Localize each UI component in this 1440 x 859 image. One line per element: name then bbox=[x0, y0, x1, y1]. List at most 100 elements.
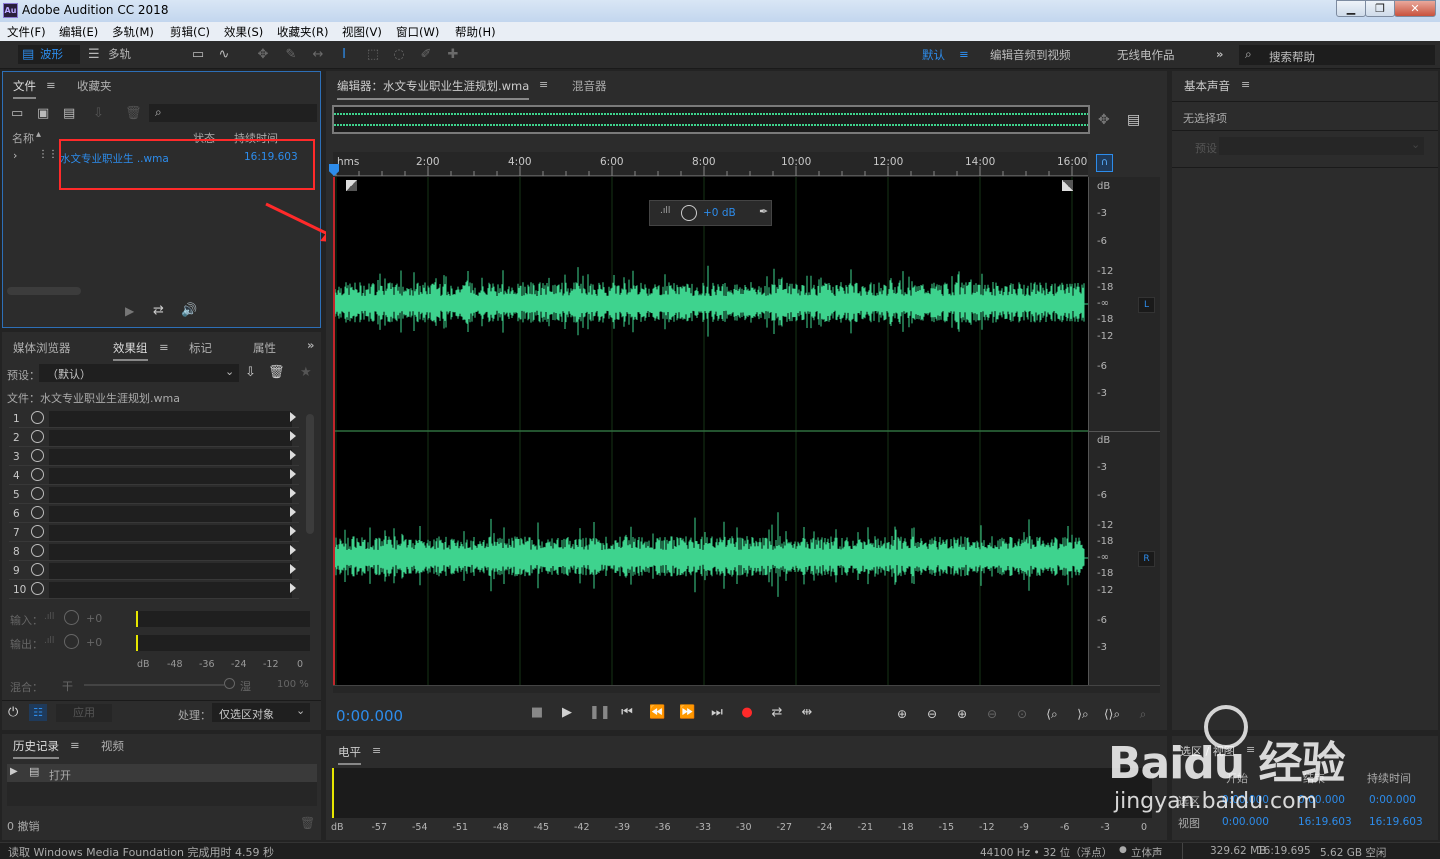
menu-file[interactable]: 文件(F) bbox=[7, 24, 46, 40]
effect-slot[interactable]: 2 bbox=[9, 429, 299, 447]
power-toggle-icon[interactable]: ⏻ bbox=[8, 705, 18, 720]
slot-arrow-icon[interactable] bbox=[290, 526, 296, 536]
slot-effect-select[interactable] bbox=[49, 430, 292, 446]
slot-effect-select[interactable] bbox=[49, 487, 292, 503]
level-tab-menu-icon[interactable]: ≡ bbox=[372, 744, 381, 757]
import-file-icon[interactable]: ▣ bbox=[37, 106, 49, 121]
delete-preset-icon[interactable]: 🗑 bbox=[268, 365, 285, 380]
tab-history[interactable]: 历史记录 bbox=[13, 738, 59, 759]
delete-file-icon[interactable]: 🗑 bbox=[125, 106, 142, 121]
effect-slot[interactable]: 7 bbox=[9, 524, 299, 542]
lasso-tool-icon[interactable]: ◌ bbox=[391, 47, 407, 63]
move-tool-icon[interactable]: ✥ bbox=[255, 47, 271, 63]
search-box[interactable]: ⌕ 搜索帮助 bbox=[1239, 45, 1435, 65]
spectral-freq-icon[interactable]: ▭ bbox=[190, 47, 206, 63]
save-preset-icon[interactable]: ⇩ bbox=[245, 365, 256, 380]
waveform-mode-button[interactable]: ▤ 波形 bbox=[18, 45, 80, 64]
slot-arrow-icon[interactable] bbox=[290, 564, 296, 574]
slot-power-icon[interactable] bbox=[31, 487, 44, 500]
column-name[interactable]: 名称 bbox=[12, 130, 34, 146]
slot-arrow-icon[interactable] bbox=[290, 431, 296, 441]
razor-tool-icon[interactable]: ✎ bbox=[283, 47, 299, 63]
slot-effect-select[interactable] bbox=[49, 468, 292, 484]
pause-button[interactable]: ❚❚ bbox=[589, 705, 611, 721]
zoom-out-amplitude-icon[interactable]: ⊖ bbox=[922, 705, 942, 723]
slot-arrow-icon[interactable] bbox=[290, 488, 296, 498]
effect-slot[interactable]: 8 bbox=[9, 543, 299, 561]
waveform-display[interactable]: .ıll +0 dB ✒ bbox=[333, 177, 1088, 685]
workspace-menu-icon[interactable]: ≡ bbox=[959, 47, 969, 61]
menu-clip[interactable]: 剪辑(C) bbox=[170, 24, 210, 40]
slot-power-icon[interactable] bbox=[31, 525, 44, 538]
time-selection-tool-icon[interactable]: I bbox=[336, 47, 352, 63]
loop-preview-icon[interactable]: ⇄ bbox=[153, 303, 164, 318]
expand-chevron-icon[interactable]: › bbox=[13, 149, 17, 162]
slot-power-icon[interactable] bbox=[31, 430, 44, 443]
minimize-button[interactable]: ▁ bbox=[1336, 0, 1366, 17]
view-duration[interactable]: 16:19.603 bbox=[1369, 816, 1423, 828]
slip-tool-icon[interactable]: ↔ bbox=[310, 47, 326, 63]
brush-tool-icon[interactable]: ✐ bbox=[418, 47, 434, 63]
tab-editor[interactable]: 编辑器：水文专业职业生涯规划.wma bbox=[337, 78, 530, 100]
slot-arrow-icon[interactable] bbox=[290, 412, 296, 422]
files-tab-menu-icon[interactable]: ≡ bbox=[46, 78, 56, 92]
effect-slot[interactable]: 1 bbox=[9, 410, 299, 428]
effect-slot[interactable]: 5 bbox=[9, 486, 299, 504]
process-select[interactable]: 仅选区对象 ⌄ bbox=[212, 703, 310, 722]
slot-power-icon[interactable] bbox=[31, 563, 44, 576]
slot-effect-select[interactable] bbox=[49, 582, 292, 598]
tab-files[interactable]: 文件 bbox=[13, 78, 36, 99]
menu-help[interactable]: 帮助(H) bbox=[455, 24, 496, 40]
slot-arrow-icon[interactable] bbox=[290, 450, 296, 460]
slot-power-icon[interactable] bbox=[31, 449, 44, 462]
workspace-edit-video[interactable]: 编辑音频到视频 bbox=[990, 47, 1071, 63]
new-file-icon[interactable]: ▤ bbox=[63, 106, 75, 121]
slot-power-icon[interactable] bbox=[31, 544, 44, 557]
slot-effect-select[interactable] bbox=[49, 544, 292, 560]
stop-button[interactable]: ■ bbox=[529, 705, 545, 721]
workspace-radio[interactable]: 无线电作品 bbox=[1117, 47, 1175, 63]
clear-history-icon[interactable]: 🗑 bbox=[300, 816, 315, 830]
workspace-more-icon[interactable]: » bbox=[1216, 47, 1223, 61]
essential-tab-menu-icon[interactable]: ≡ bbox=[1241, 78, 1250, 91]
go-to-start-button[interactable]: ⏮ bbox=[619, 705, 635, 721]
mix-slider-handle[interactable] bbox=[224, 678, 235, 689]
input-gain-knob[interactable] bbox=[64, 610, 79, 625]
effect-slot[interactable]: 3 bbox=[9, 448, 299, 466]
tab-effects-rack[interactable]: 效果组 bbox=[113, 340, 148, 361]
view-start[interactable]: 0:00.000 bbox=[1222, 816, 1269, 828]
vertical-splitter[interactable] bbox=[333, 685, 1160, 693]
zoom-in-point-icon[interactable]: ⟨⌕ bbox=[1042, 705, 1062, 723]
slot-effect-select[interactable] bbox=[49, 411, 292, 427]
display-options-icon[interactable]: ▤ bbox=[1127, 112, 1140, 128]
favorite-star-icon[interactable]: ★ bbox=[300, 365, 312, 380]
effects-tab-menu-icon[interactable]: ≡ bbox=[159, 340, 169, 354]
slot-power-icon[interactable] bbox=[31, 506, 44, 519]
list-view-icon[interactable]: ☷ bbox=[29, 704, 47, 721]
fade-in-handle-icon[interactable] bbox=[346, 180, 357, 191]
current-time-display[interactable]: 0:00.000 bbox=[336, 707, 403, 725]
tab-video[interactable]: 视频 bbox=[101, 738, 124, 754]
tab-favorites[interactable]: 收藏夹 bbox=[77, 78, 112, 94]
fast-forward-button[interactable]: ⏩ bbox=[679, 705, 695, 721]
rewind-button[interactable]: ⏪ bbox=[649, 705, 665, 721]
zoom-navigator-icon[interactable]: ✥ bbox=[1098, 112, 1110, 128]
play-preview-icon[interactable]: ▶ bbox=[125, 304, 134, 318]
menu-effects[interactable]: 效果(S) bbox=[224, 24, 263, 40]
tab-markers[interactable]: 标记 bbox=[189, 340, 212, 356]
slot-effect-select[interactable] bbox=[49, 449, 292, 465]
file-search-input[interactable]: ⌕ bbox=[149, 104, 317, 122]
preset-select[interactable]: （默认） ⌄ bbox=[39, 364, 239, 382]
open-file-icon[interactable]: ▭ bbox=[11, 106, 23, 121]
slot-arrow-icon[interactable] bbox=[290, 469, 296, 479]
loop-playback-button[interactable]: ⇄ bbox=[769, 705, 785, 721]
effect-slot[interactable]: 4 bbox=[9, 467, 299, 485]
skip-selection-button[interactable]: ⇹ bbox=[799, 705, 815, 721]
record-button[interactable]: ● bbox=[739, 705, 755, 721]
tab-properties[interactable]: 属性 bbox=[253, 340, 276, 356]
panel-overflow-icon[interactable]: » bbox=[307, 338, 314, 352]
history-tab-menu-icon[interactable]: ≡ bbox=[70, 738, 80, 752]
essential-preset-select[interactable]: ⌄ bbox=[1219, 137, 1424, 155]
menu-edit[interactable]: 编辑(E) bbox=[59, 24, 98, 40]
menu-window[interactable]: 窗口(W) bbox=[396, 24, 439, 40]
